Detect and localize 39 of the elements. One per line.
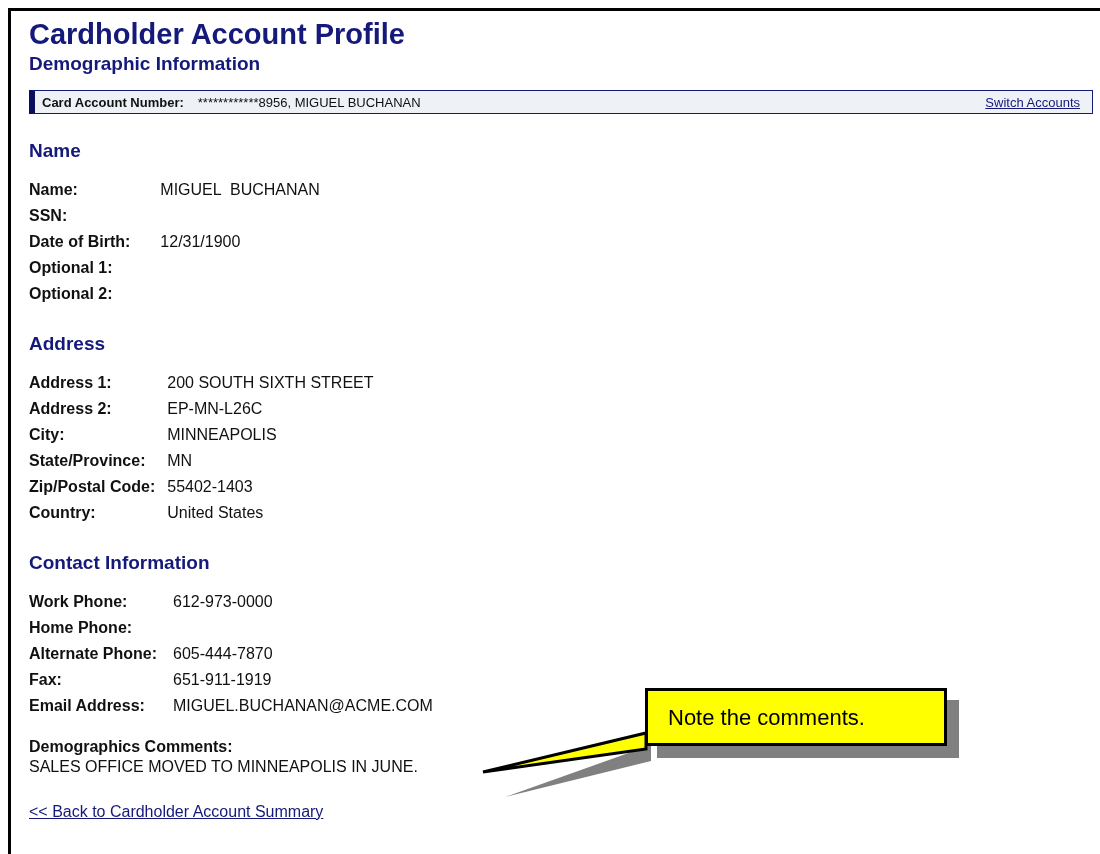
field-value: MINNEAPOLIS bbox=[167, 425, 278, 445]
field-label: Alternate Phone: bbox=[29, 644, 158, 664]
field-label: Address 1: bbox=[29, 373, 113, 393]
section-heading: Address bbox=[29, 333, 107, 355]
field-label: SSN: bbox=[29, 206, 69, 226]
field-value: United States bbox=[167, 503, 265, 523]
comments-label: Demographics Comments: bbox=[29, 737, 234, 757]
field-label: City: bbox=[29, 425, 66, 445]
field-value: 200 SOUTH SIXTH STREET bbox=[167, 373, 374, 393]
field-value: 55402-1403 bbox=[167, 477, 254, 497]
field-value: 612-973-0000 bbox=[173, 592, 274, 612]
field-value: EP-MN-L26C bbox=[167, 399, 264, 419]
comments-text: SALES OFFICE MOVED TO MINNEAPOLIS IN JUNE. bbox=[29, 757, 419, 777]
field-label: Date of Birth: bbox=[29, 232, 132, 252]
page-subtitle: Demographic Information bbox=[29, 52, 262, 76]
field-label: Country: bbox=[29, 503, 97, 523]
account-value: ************8956, MIGUEL BUCHANAN bbox=[197, 94, 421, 110]
field-label: Work Phone: bbox=[29, 592, 129, 612]
field-value: MN bbox=[167, 451, 194, 471]
back-link[interactable]: << Back to Cardholder Account Summary bbox=[29, 803, 324, 821]
section-heading: Contact Information bbox=[29, 552, 211, 574]
field-label: Optional 2: bbox=[29, 284, 114, 304]
field-label: Home Phone: bbox=[29, 618, 134, 638]
account-label: Card Account Number: bbox=[42, 94, 184, 110]
switch-accounts-link[interactable]: Switch Accounts bbox=[985, 94, 1080, 110]
page-title: Cardholder Account Profile bbox=[29, 17, 406, 52]
field-value: 605-444-7870 bbox=[173, 644, 274, 664]
field-label: State/Province: bbox=[29, 451, 147, 471]
field-label: Email Address: bbox=[29, 696, 146, 716]
field-label: Zip/Postal Code: bbox=[29, 477, 157, 497]
field-value: 651-911-1919 bbox=[173, 670, 273, 690]
field-value: MIGUEL.BUCHANAN@ACME.COM bbox=[173, 696, 433, 716]
section-heading: Name bbox=[29, 140, 82, 162]
field-label: Optional 1: bbox=[29, 258, 114, 278]
field-label: Address 2: bbox=[29, 399, 113, 419]
field-label: Fax: bbox=[29, 670, 63, 690]
field-value: MIGUEL BUCHANAN bbox=[160, 180, 320, 200]
field-value: 12/31/1900 bbox=[160, 232, 242, 252]
field-label: Name: bbox=[29, 180, 79, 200]
